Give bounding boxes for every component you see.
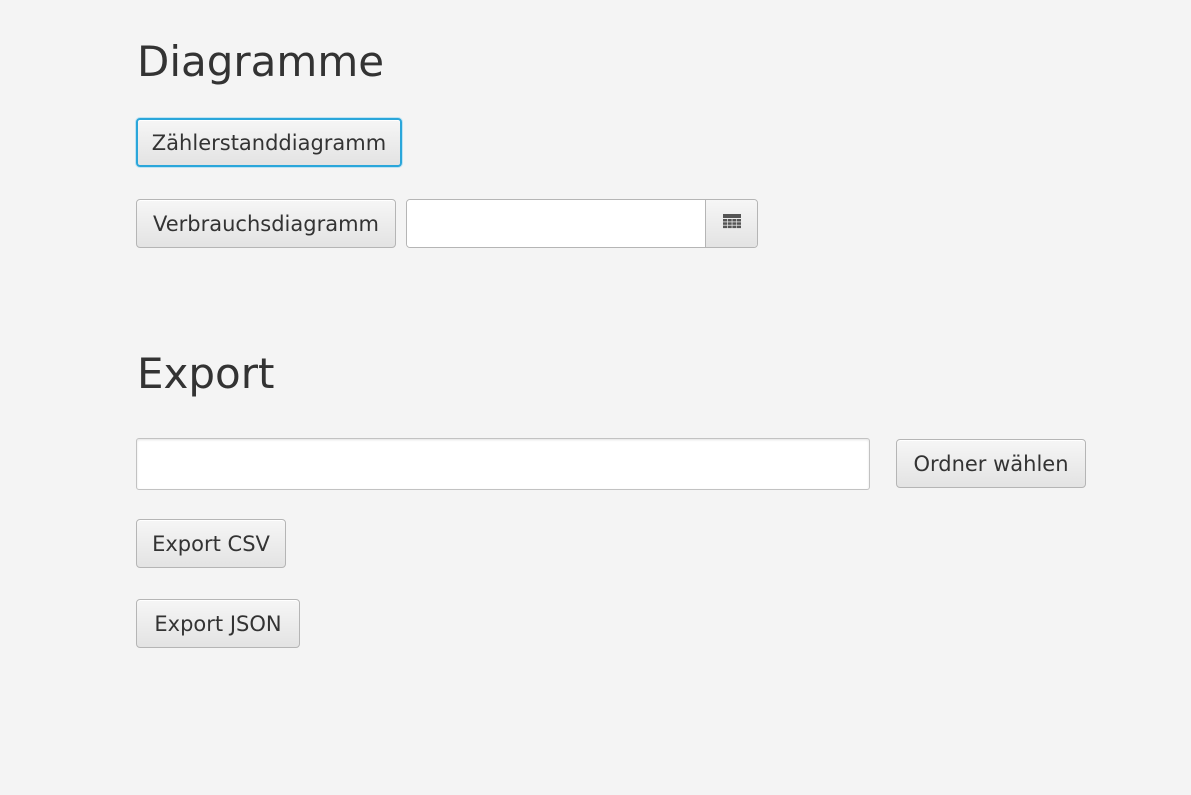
- export-heading: Export: [137, 349, 275, 398]
- choose-folder-button[interactable]: Ordner wählen: [896, 439, 1086, 488]
- date-input[interactable]: [407, 200, 705, 247]
- calendar-icon: [722, 213, 741, 234]
- diagrams-heading: Diagramme: [137, 37, 385, 86]
- export-csv-button[interactable]: Export CSV: [136, 519, 286, 568]
- calendar-button[interactable]: [705, 200, 757, 247]
- meter-reading-chart-button[interactable]: Zählerstanddiagramm: [136, 118, 402, 167]
- consumption-chart-button[interactable]: Verbrauchsdiagramm: [136, 199, 396, 248]
- export-json-button[interactable]: Export JSON: [136, 599, 300, 648]
- export-folder-path-input[interactable]: [136, 438, 870, 490]
- date-picker[interactable]: [406, 199, 758, 248]
